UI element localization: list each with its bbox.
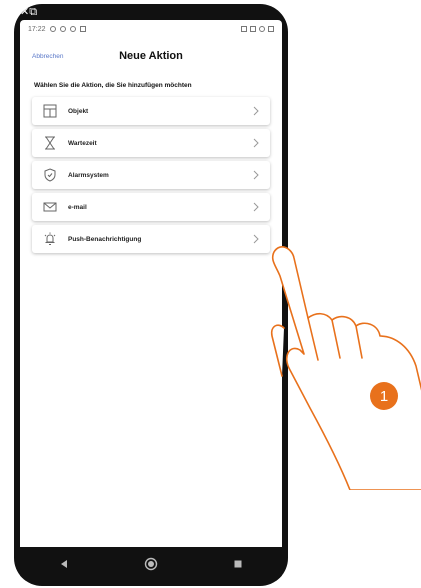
action-item-wartezeit[interactable]: Wartezeit: [32, 129, 270, 157]
status-right: [241, 26, 274, 32]
chevron-right-icon: [252, 234, 260, 244]
action-label: Objekt: [68, 107, 89, 115]
shield-icon: [42, 167, 58, 183]
location-icon: [69, 26, 76, 32]
chevron-right-icon: [252, 170, 260, 180]
app-screen: 17:22 Abbrechen Neue Aktion Wählen Sie d…: [20, 20, 282, 547]
home-icon[interactable]: [144, 557, 158, 571]
wifi-icon: [259, 26, 265, 32]
recents-icon[interactable]: [231, 557, 245, 571]
status-left: 17:22: [28, 26, 86, 33]
action-item-push-benachrichtigung[interactable]: Push-Benachrichtigung: [32, 225, 270, 253]
action-item-email[interactable]: e-mail: [32, 193, 270, 221]
callout-badge: 1: [370, 382, 398, 410]
notification-icon: [49, 26, 56, 32]
hourglass-icon: [42, 135, 58, 151]
action-item-objekt[interactable]: Objekt: [32, 97, 270, 125]
cancel-button[interactable]: Abbrechen: [32, 53, 63, 60]
corner-label: ✕⧉: [20, 6, 38, 18]
bell-icon: [42, 231, 58, 247]
pointing-hand-illustration: [270, 246, 421, 490]
action-list: Objekt Wartezeit Alarmsystem e-mail Push…: [20, 97, 282, 253]
object-grid-icon: [42, 103, 58, 119]
action-label: e-mail: [68, 203, 87, 211]
notification-icon: [59, 26, 66, 32]
vibrate-icon: [250, 26, 256, 32]
phone-frame: ✕⧉ 17:22 Abbrechen Neue Aktion Wählen Si…: [14, 4, 288, 586]
android-nav-bar: [20, 547, 282, 581]
screenshot-icon: [79, 26, 86, 32]
back-icon[interactable]: [57, 557, 71, 571]
status-time: 17:22: [28, 25, 46, 33]
envelope-icon: [42, 199, 58, 215]
action-label: Wartezeit: [68, 139, 97, 147]
action-label: Push-Benachrichtigung: [68, 235, 142, 243]
action-label: Alarmsystem: [68, 171, 109, 179]
page-title: Neue Aktion: [119, 50, 183, 62]
instruction-text: Wählen Sie die Aktion, die Sie hinzufüge…: [34, 82, 192, 89]
battery-icon: [268, 26, 274, 32]
app-header: Abbrechen Neue Aktion: [20, 38, 282, 74]
chevron-right-icon: [252, 138, 260, 148]
chevron-right-icon: [252, 106, 260, 116]
action-item-alarmsystem[interactable]: Alarmsystem: [32, 161, 270, 189]
status-bar: 17:22: [20, 20, 282, 38]
chevron-right-icon: [252, 202, 260, 212]
bluetooth-icon: [241, 26, 247, 32]
